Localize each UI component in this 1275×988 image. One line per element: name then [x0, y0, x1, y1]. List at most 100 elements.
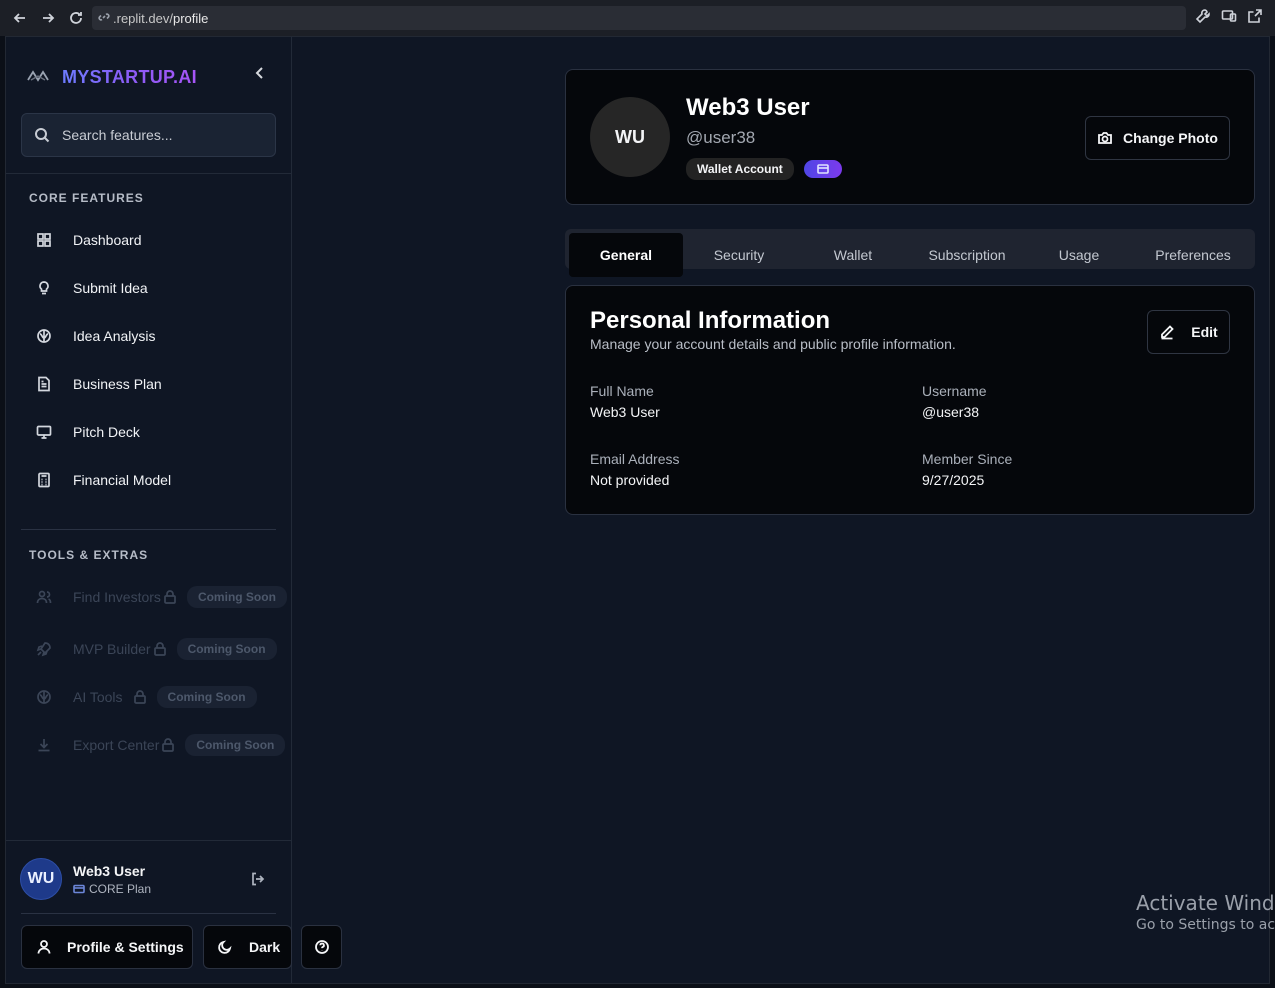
dashboard-icon [37, 233, 51, 247]
reload-icon[interactable] [62, 4, 90, 32]
user-card: WU Web3 User CORE Plan [20, 857, 280, 901]
divider [6, 173, 292, 174]
tool-mvp-builder: MVP Builder Coming Soon [26, 637, 277, 661]
coming-soon-badge: Coming Soon [186, 586, 287, 608]
profile-header-card: WU Web3 User @user38 Wallet Account Chan… [565, 69, 1255, 205]
tab-security[interactable]: Security [683, 233, 795, 277]
profile-name: Web3 User [686, 94, 810, 121]
tools-extras-title: TOOLS & EXTRAS [29, 548, 149, 562]
brand-name: MYSTARTUP.AI [62, 67, 197, 87]
profile-settings-button[interactable]: Profile & Settings [21, 925, 193, 969]
back-icon[interactable] [6, 4, 34, 32]
coming-soon-badge: Coming Soon [176, 638, 277, 660]
nav-label: Idea Analysis [73, 328, 156, 344]
download-icon [38, 739, 50, 752]
field-value: Web3 User [590, 404, 660, 420]
settings-tabs: General Security Wallet Subscription Usa… [565, 229, 1255, 277]
sidebar: MYSTARTUP.AI CORE FEATURES Dashboard Sub… [6, 37, 292, 983]
camera-icon [1098, 132, 1112, 144]
nav-item-financial-model[interactable]: Financial Model [26, 460, 276, 500]
tab-preferences[interactable]: Preferences [1135, 233, 1251, 277]
help-button[interactable] [301, 925, 342, 969]
tab-subscription[interactable]: Subscription [911, 233, 1023, 277]
url-path: profile [172, 10, 209, 26]
divider [21, 529, 276, 530]
document-icon [38, 376, 50, 392]
coming-soon-badge: Coming Soon [185, 734, 286, 756]
section-title: Personal Information [590, 307, 831, 334]
wrench-icon[interactable] [1195, 8, 1211, 29]
collapse-sidebar-icon[interactable] [252, 65, 268, 81]
divider [21, 913, 276, 914]
field-value: 9/27/2025 [922, 472, 985, 488]
logo-icon [26, 63, 50, 92]
field-label: Full Name [590, 383, 654, 399]
lock-icon [164, 590, 176, 604]
field-value: @user38 [922, 404, 980, 420]
plan-label: CORE Plan [89, 881, 152, 896]
user-plan: CORE Plan [73, 882, 151, 896]
nav-item-business-plan[interactable]: Business Plan [26, 364, 276, 404]
change-photo-button[interactable]: Change Photo [1085, 116, 1230, 160]
brain-icon [37, 690, 51, 704]
app-frame: MYSTARTUP.AI CORE FEATURES Dashboard Sub… [5, 36, 1270, 984]
profile-settings-label: Profile & Settings [67, 939, 184, 955]
address-bar[interactable]: .replit.dev/profile [92, 6, 1186, 30]
nav-item-dashboard[interactable]: Dashboard [26, 220, 276, 260]
core-features-title: CORE FEATURES [29, 191, 144, 205]
lock-icon [153, 642, 166, 656]
profile-avatar: WU [590, 97, 670, 177]
search-icon [35, 128, 50, 143]
user-icon [37, 940, 51, 954]
presentation-icon [36, 425, 52, 439]
brain-icon [37, 329, 51, 343]
tab-wallet[interactable]: Wallet [795, 233, 911, 277]
moon-icon [218, 940, 232, 954]
activation-watermark-title: Activate Windo [1136, 891, 1275, 915]
change-photo-label: Change Photo [1123, 130, 1218, 146]
url-prefix: .replit.dev/ [113, 10, 173, 26]
nav-item-pitch-deck[interactable]: Pitch Deck [26, 412, 276, 452]
forward-icon[interactable] [34, 4, 62, 32]
personal-info-card: Personal Information Manage your account… [565, 285, 1255, 515]
search-box[interactable] [21, 113, 276, 157]
users-icon [36, 590, 52, 604]
edit-button[interactable]: Edit [1147, 310, 1230, 354]
field-label: Username [922, 383, 987, 399]
devices-icon[interactable] [1221, 8, 1237, 29]
credit-card-icon [73, 884, 85, 893]
tool-label: AI Tools [73, 689, 123, 705]
wallet-account-badge: Wallet Account [686, 158, 794, 180]
nav-item-idea-analysis[interactable]: Idea Analysis [26, 316, 276, 356]
nav-item-submit-idea[interactable]: Submit Idea [26, 268, 276, 308]
search-input[interactable] [62, 127, 262, 143]
field-label: Member Since [922, 451, 1013, 467]
field-label: Email Address [590, 451, 680, 467]
logout-icon[interactable] [250, 871, 266, 892]
theme-toggle-button[interactable]: Dark [203, 925, 292, 969]
calculator-icon [38, 472, 50, 488]
edit-label: Edit [1191, 324, 1218, 340]
rocket-icon [36, 642, 51, 657]
tool-label: MVP Builder [73, 641, 151, 657]
nav-label: Submit Idea [73, 280, 148, 296]
field-value: Not provided [590, 472, 670, 488]
brand[interactable]: MYSTARTUP.AI [26, 63, 197, 92]
section-subtitle: Manage your account details and public p… [590, 336, 956, 352]
avatar[interactable]: WU [20, 858, 62, 900]
tab-general[interactable]: General [569, 233, 683, 277]
link-icon [98, 11, 113, 26]
tool-export-center: Export Center Coming Soon [26, 733, 286, 757]
tool-label: Export Center [73, 737, 160, 753]
pencil-icon [1161, 325, 1175, 340]
browser-toolbar: .replit.dev/profile [0, 0, 1275, 36]
open-external-icon[interactable] [1247, 8, 1263, 29]
nav-label: Pitch Deck [73, 424, 140, 440]
help-icon [314, 940, 329, 954]
nav-label: Dashboard [73, 232, 142, 248]
tab-usage[interactable]: Usage [1023, 233, 1135, 277]
plan-badge [804, 160, 842, 178]
lock-icon [133, 690, 146, 704]
theme-label: Dark [249, 939, 281, 955]
nav-label: Business Plan [73, 376, 162, 392]
